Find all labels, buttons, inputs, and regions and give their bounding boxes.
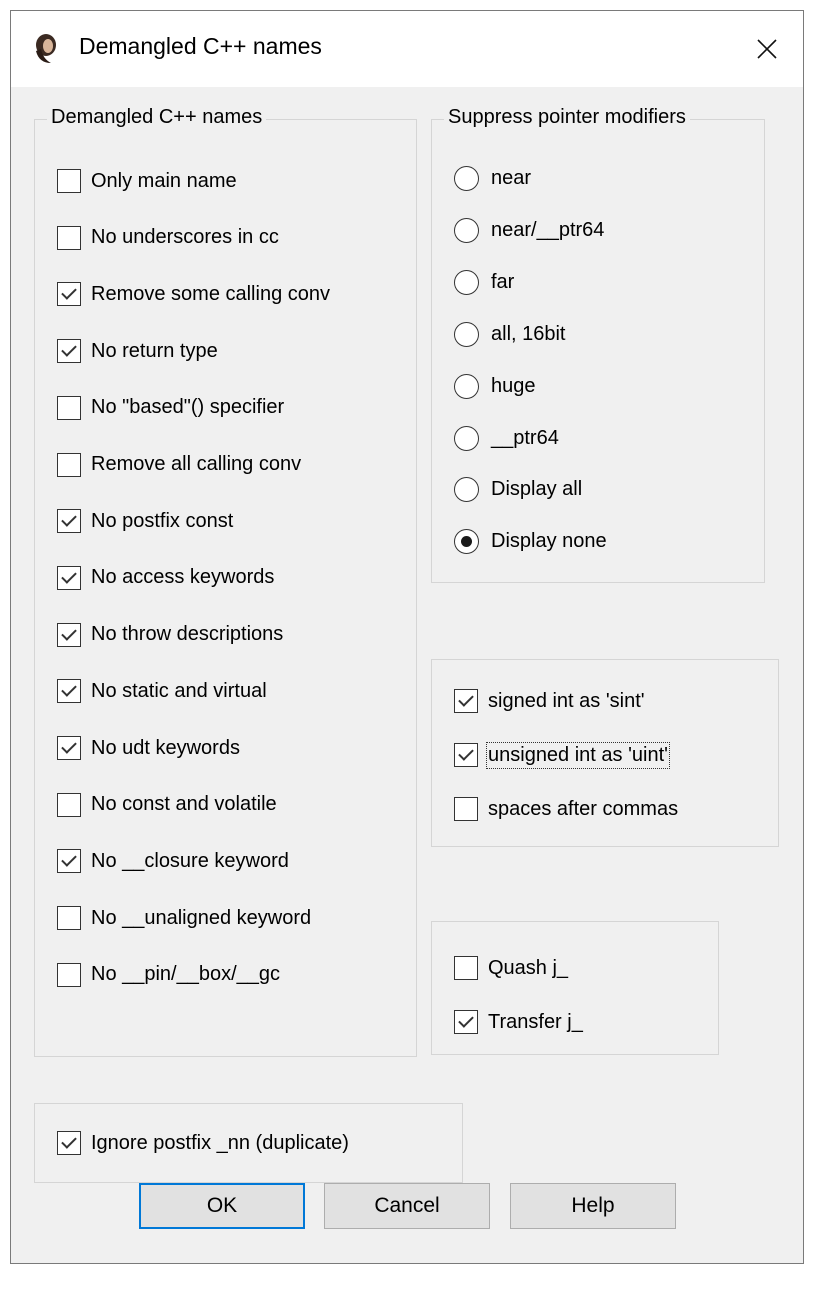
ida-app-icon	[29, 31, 63, 65]
checkbox[interactable]	[57, 622, 81, 647]
option-label: Display none	[491, 530, 607, 553]
checkbox-option[interactable]: No udt keywords	[57, 736, 240, 760]
radio-option[interactable]: Display none	[454, 529, 607, 555]
checkbox-option[interactable]: unsigned int as 'uint'	[454, 741, 670, 769]
radio-button[interactable]	[454, 477, 479, 503]
checkbox-option[interactable]: Quash j_	[454, 956, 568, 980]
radio-button[interactable]	[454, 425, 479, 451]
radio-button[interactable]	[454, 217, 479, 243]
option-label: Remove some calling conv	[91, 282, 330, 305]
radio-button[interactable]	[454, 166, 479, 191]
checkbox[interactable]	[57, 509, 81, 534]
option-label: huge	[491, 374, 536, 397]
ok-button[interactable]: OK	[139, 1183, 305, 1229]
checkbox[interactable]	[454, 797, 478, 821]
radio-button[interactable]	[454, 373, 479, 399]
checkbox-option[interactable]: No __pin/__box/__gc	[57, 962, 281, 987]
checkbox-option[interactable]: No __closure keyword	[57, 849, 289, 874]
option-label: spaces after commas	[488, 797, 679, 820]
checkbox[interactable]	[57, 962, 81, 987]
checkbox[interactable]	[57, 282, 81, 307]
option-label: No static and virtual	[91, 679, 267, 702]
checkbox[interactable]	[57, 169, 81, 193]
checkbox-option[interactable]: No static and virtual	[57, 679, 267, 704]
checkbox[interactable]	[57, 679, 81, 704]
checkbox[interactable]	[57, 395, 81, 420]
option-label: No access keywords	[91, 566, 275, 589]
checkbox-option[interactable]: Transfer j_	[454, 1010, 583, 1034]
checkbox-option[interactable]: No return type	[57, 339, 218, 364]
checkbox-option[interactable]: Only main name	[57, 169, 237, 193]
help-button[interactable]: Help	[510, 1183, 676, 1229]
checkbox-option[interactable]: No __unaligned keyword	[57, 906, 312, 931]
checkbox[interactable]	[454, 1010, 478, 1034]
option-label: No return type	[91, 339, 218, 362]
close-icon	[757, 39, 777, 59]
dialog-window: Demangled C++ names Demangled C++ names …	[10, 10, 804, 1264]
radio-button[interactable]	[454, 321, 479, 347]
option-label: Ignore postfix _nn (duplicate)	[91, 1131, 349, 1154]
radio-option[interactable]: Display all	[454, 477, 583, 503]
option-label: No throw descriptions	[91, 623, 284, 646]
checkbox[interactable]	[57, 452, 81, 477]
checkbox-option[interactable]: No "based"() specifier	[57, 395, 285, 420]
checkbox-option[interactable]: No access keywords	[57, 565, 275, 590]
radio-option[interactable]: __ptr64	[454, 425, 559, 451]
option-label: far	[491, 270, 515, 293]
title-bar: Demangled C++ names	[11, 11, 803, 87]
radio-button[interactable]	[454, 529, 479, 555]
option-label: signed int as 'sint'	[488, 689, 645, 712]
option-label: Remove all calling conv	[91, 453, 302, 475]
option-label: Display all	[491, 478, 583, 501]
checkbox[interactable]	[454, 743, 478, 767]
group-label: Suppress pointer modifiers	[444, 106, 690, 129]
checkbox[interactable]	[57, 849, 81, 874]
group-label: Demangled C++ names	[47, 106, 267, 129]
radio-option[interactable]: all, 16bit	[454, 321, 566, 347]
radio-option[interactable]: far	[454, 269, 515, 295]
checkbox[interactable]	[57, 792, 81, 817]
checkbox[interactable]	[57, 225, 81, 250]
option-label: unsigned int as 'uint'	[486, 741, 670, 769]
radio-option[interactable]: near	[454, 166, 531, 191]
option-label: near	[491, 167, 532, 189]
option-label: No const and volatile	[91, 793, 277, 816]
option-label: Only main name	[91, 169, 237, 192]
radio-button[interactable]	[454, 269, 479, 295]
option-label: No underscores in cc	[91, 226, 279, 249]
radio-option[interactable]: huge	[454, 373, 536, 399]
checkbox-option[interactable]: signed int as 'sint'	[454, 689, 645, 713]
checkbox[interactable]	[454, 956, 478, 980]
checkbox[interactable]	[57, 1131, 81, 1155]
checkbox-option[interactable]: Ignore postfix _nn (duplicate)	[57, 1131, 349, 1155]
checkbox-option[interactable]: Remove some calling conv	[57, 282, 330, 307]
option-label: No __closure keyword	[91, 849, 289, 872]
checkbox-option[interactable]: spaces after commas	[454, 797, 678, 821]
option-label: Quash j_	[488, 956, 569, 979]
checkbox[interactable]	[57, 565, 81, 590]
checkbox-option[interactable]: No underscores in cc	[57, 225, 279, 250]
option-label: near/__ptr64	[491, 218, 605, 241]
option-label: No __pin/__box/__gc	[91, 963, 281, 986]
checkbox-option[interactable]: Remove all calling conv	[57, 452, 302, 477]
checkbox[interactable]	[57, 339, 81, 364]
window-title: Demangled C++ names	[79, 33, 322, 59]
option-label: __ptr64	[491, 426, 559, 449]
checkbox-option[interactable]: No const and volatile	[57, 792, 277, 817]
option-label: No __unaligned keyword	[91, 906, 312, 929]
option-label: all, 16bit	[491, 322, 566, 345]
option-label: No udt keywords	[91, 736, 240, 759]
option-label: No postfix const	[91, 509, 234, 532]
checkbox[interactable]	[454, 689, 478, 713]
cancel-button[interactable]: Cancel	[324, 1183, 490, 1229]
option-label: Transfer j_	[488, 1010, 583, 1033]
radio-option[interactable]: near/__ptr64	[454, 217, 605, 243]
checkbox[interactable]	[57, 736, 81, 760]
checkbox-option[interactable]: No postfix const	[57, 509, 234, 534]
jump-options-group	[431, 921, 719, 1055]
checkbox-option[interactable]: No throw descriptions	[57, 622, 284, 647]
option-label: No "based"() specifier	[91, 396, 285, 419]
close-button[interactable]	[731, 11, 803, 87]
checkbox[interactable]	[57, 906, 81, 931]
